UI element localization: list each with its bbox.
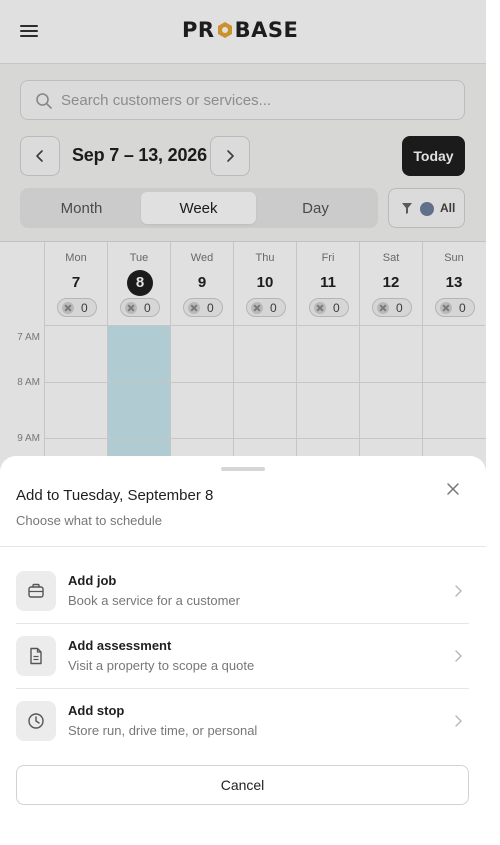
sheet-subtitle: Choose what to schedule xyxy=(16,513,162,528)
option-description: Store run, drive time, or personal xyxy=(68,723,258,738)
sheet-divider xyxy=(0,546,486,547)
option-title: Add stop xyxy=(68,703,125,718)
option-title: Add job xyxy=(68,573,117,588)
sheet-title: Add to Tuesday, September 8 xyxy=(16,487,214,504)
clock-icon xyxy=(16,701,56,741)
option-description: Visit a property to scope a quote xyxy=(68,658,255,673)
chevron-right-icon xyxy=(454,584,462,602)
add-job-option[interactable]: Add job Book a service for a customer xyxy=(16,558,469,623)
add-stop-option[interactable]: Add stop Store run, drive time, or perso… xyxy=(16,688,469,753)
add-bottom-sheet: Add to Tuesday, September 8 Choose what … xyxy=(0,456,486,845)
close-icon[interactable] xyxy=(444,480,462,498)
briefcase-icon xyxy=(16,571,56,611)
option-description: Book a service for a customer xyxy=(68,593,240,608)
app: PRBASE Sep 7 – 13, 2026 Today Month Week… xyxy=(0,0,486,845)
sheet-grabber[interactable] xyxy=(221,467,265,471)
add-assessment-option[interactable]: Add assessment Visit a property to scope… xyxy=(16,623,469,688)
page-edge xyxy=(486,0,500,845)
option-title: Add assessment xyxy=(68,638,172,653)
cancel-button[interactable]: Cancel xyxy=(16,765,469,805)
chevron-right-icon xyxy=(454,714,462,732)
chevron-right-icon xyxy=(454,649,462,667)
document-icon xyxy=(16,636,56,676)
